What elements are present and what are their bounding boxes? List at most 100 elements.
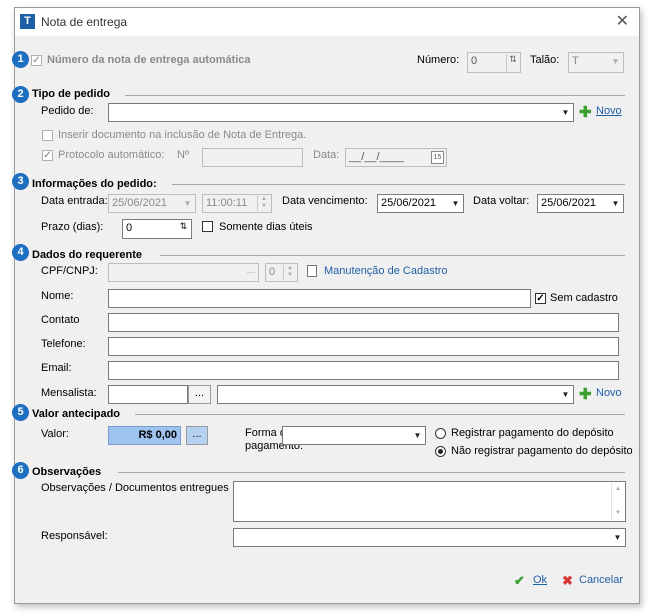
novo-mensalista-link[interactable]: Novo — [596, 387, 622, 399]
data-voltar-value: 25/06/2021 — [541, 197, 597, 209]
contato-field[interactable] — [108, 313, 619, 332]
inserir-documento-label: Inserir documento na inclusão de Nota de… — [58, 129, 307, 141]
observacoes-textarea[interactable]: ▲ ▼ — [233, 481, 626, 522]
cpf-lookup-button: ... — [246, 265, 255, 276]
tipo-documento-value: 0 — [269, 266, 276, 278]
prazo-spin-icon[interactable]: ⇅ — [177, 221, 190, 237]
pedido-de-dropdown-icon[interactable]: ▼ — [559, 105, 572, 120]
protocolo-label: Protocolo automático: — [58, 149, 165, 161]
sem-cadastro-checkbox[interactable]: ✓ — [535, 293, 546, 304]
mensalista-lookup-button[interactable]: ... — [188, 385, 211, 404]
novo-pedido-link[interactable]: Novo — [596, 105, 622, 117]
talao-value: T — [572, 55, 579, 67]
somente-uteis-label: Somente dias úteis — [219, 221, 313, 233]
nome-field[interactable] — [108, 289, 531, 308]
section-divider — [125, 95, 625, 96]
section-badge-5: 5 — [12, 404, 29, 421]
ok-check-icon[interactable]: ✔ — [514, 573, 525, 589]
close-icon[interactable]: ✕ — [616, 11, 629, 31]
talao-label: Talão: — [530, 54, 560, 66]
prazo-field[interactable]: 0 ⇅ — [122, 219, 192, 239]
protocolo-num-label: Nº — [177, 149, 189, 161]
ok-button[interactable]: Ok — [533, 574, 547, 586]
valor-title: Valor antecipado — [32, 408, 121, 420]
dialog-window: T Nota de entrega ✕ 1 ✓ Número da nota d… — [12, 7, 640, 604]
cpf-field: ... — [108, 263, 259, 282]
telefone-field[interactable] — [108, 337, 619, 356]
section-badge-6: 6 — [12, 462, 29, 479]
auto-number-checkbox: ✓ — [31, 55, 42, 66]
nome-label: Nome: — [41, 290, 74, 302]
valor-label: Valor: — [41, 428, 69, 440]
prazo-value: 0 — [126, 222, 133, 234]
section-badge-2: 2 — [12, 86, 29, 103]
valor-field[interactable]: R$ 0,00 — [108, 426, 181, 445]
numero-value: 0 — [471, 55, 478, 67]
section-divider — [135, 414, 625, 415]
data-vencimento-field[interactable]: 25/06/2021 ▼ — [377, 194, 464, 213]
cancelar-button[interactable]: Cancelar — [579, 574, 623, 586]
sem-cadastro-label: Sem cadastro — [550, 292, 618, 304]
hora-value: 11:00:11 — [206, 197, 248, 209]
data-entrada-label: Data entrada: — [41, 195, 108, 207]
registrar-label: Registrar pagamento do depósito — [451, 427, 614, 439]
window-title: Nota de entrega — [41, 15, 128, 29]
protocolo-data-field: __/__/____ 15 — [345, 148, 447, 167]
talao-select: T ▼ — [568, 52, 624, 73]
numero-label: Número: — [417, 54, 460, 66]
data-entrada-value: 25/06/2021 — [112, 197, 168, 209]
tipo-pedido-title: Tipo de pedido — [32, 88, 111, 100]
observacoes-label: Observações / Documentos entregues — [41, 482, 229, 494]
registrar-radio[interactable] — [435, 428, 446, 439]
section-divider — [118, 472, 625, 473]
data-voltar-field[interactable]: 25/06/2021 ▼ — [537, 194, 624, 213]
responsavel-dropdown-icon[interactable]: ▼ — [611, 530, 624, 545]
section-divider — [172, 184, 625, 185]
forma-pagamento-select[interactable]: ▼ — [282, 426, 426, 445]
protocolo-num-field — [202, 148, 303, 167]
section-badge-1: 1 — [12, 51, 29, 68]
somente-uteis-checkbox[interactable] — [202, 221, 213, 232]
mensalista-label: Mensalista: — [41, 387, 97, 399]
mensalista-code-field[interactable] — [108, 385, 188, 404]
numero-field: 0 ⇅ — [467, 52, 521, 73]
calendar-icon: 15 — [431, 151, 444, 164]
data-vencimento-label: Data vencimento: — [282, 195, 368, 207]
auto-number-label: Número da nota de entrega automática — [47, 54, 251, 66]
tipo-documento-field: 0 ▲ ▼ — [265, 263, 298, 282]
inserir-documento-checkbox — [42, 130, 53, 141]
protocolo-data-value: __/__/____ — [349, 151, 405, 163]
forma-pagamento-dropdown-icon[interactable]: ▼ — [411, 428, 424, 443]
cancel-x-icon[interactable]: ✖ — [562, 573, 573, 589]
hora-spin-icon: ▲ ▼ — [257, 196, 270, 211]
add-pedido-icon[interactable]: ✚ — [579, 105, 592, 120]
section-divider — [160, 255, 625, 256]
data-vencimento-value: 25/06/2021 — [381, 197, 437, 209]
mensalista-select[interactable]: ▼ — [217, 385, 574, 404]
data-vencimento-dropdown-icon[interactable]: ▼ — [449, 196, 462, 211]
hora-field: 11:00:11 ▲ ▼ — [202, 194, 272, 213]
pedido-de-select[interactable]: ▼ — [108, 103, 574, 122]
valor-button[interactable]: ... — [186, 426, 208, 445]
cpf-label: CPF/CNPJ: — [41, 265, 98, 277]
section-badge-4: 4 — [12, 244, 29, 261]
informacoes-title: Informações do pedido: — [32, 178, 157, 190]
responsavel-select[interactable]: ▼ — [233, 528, 626, 547]
nao-registrar-radio[interactable] — [435, 446, 446, 457]
observacoes-scrollbar[interactable]: ▲ ▼ — [611, 483, 624, 520]
pedido-de-label: Pedido de: — [41, 105, 94, 117]
responsavel-label: Responsável: — [41, 530, 108, 542]
add-mensalista-icon[interactable]: ✚ — [579, 387, 592, 402]
telefone-label: Telefone: — [41, 338, 86, 350]
mensalista-dropdown-icon[interactable]: ▼ — [559, 387, 572, 402]
data-voltar-dropdown-icon[interactable]: ▼ — [609, 196, 622, 211]
email-label: Email: — [41, 362, 72, 374]
email-field[interactable] — [108, 361, 619, 380]
data-voltar-label: Data voltar: — [473, 195, 530, 207]
prazo-label: Prazo (dias): — [41, 221, 104, 233]
observacoes-title: Observações — [32, 466, 102, 478]
title-bar: T Nota de entrega ✕ — [15, 8, 639, 36]
data-entrada-dropdown-icon: ▼ — [183, 199, 192, 208]
manutencao-cadastro-link[interactable]: Manutenção de Cadastro — [324, 265, 448, 277]
app-icon: T — [20, 14, 35, 29]
